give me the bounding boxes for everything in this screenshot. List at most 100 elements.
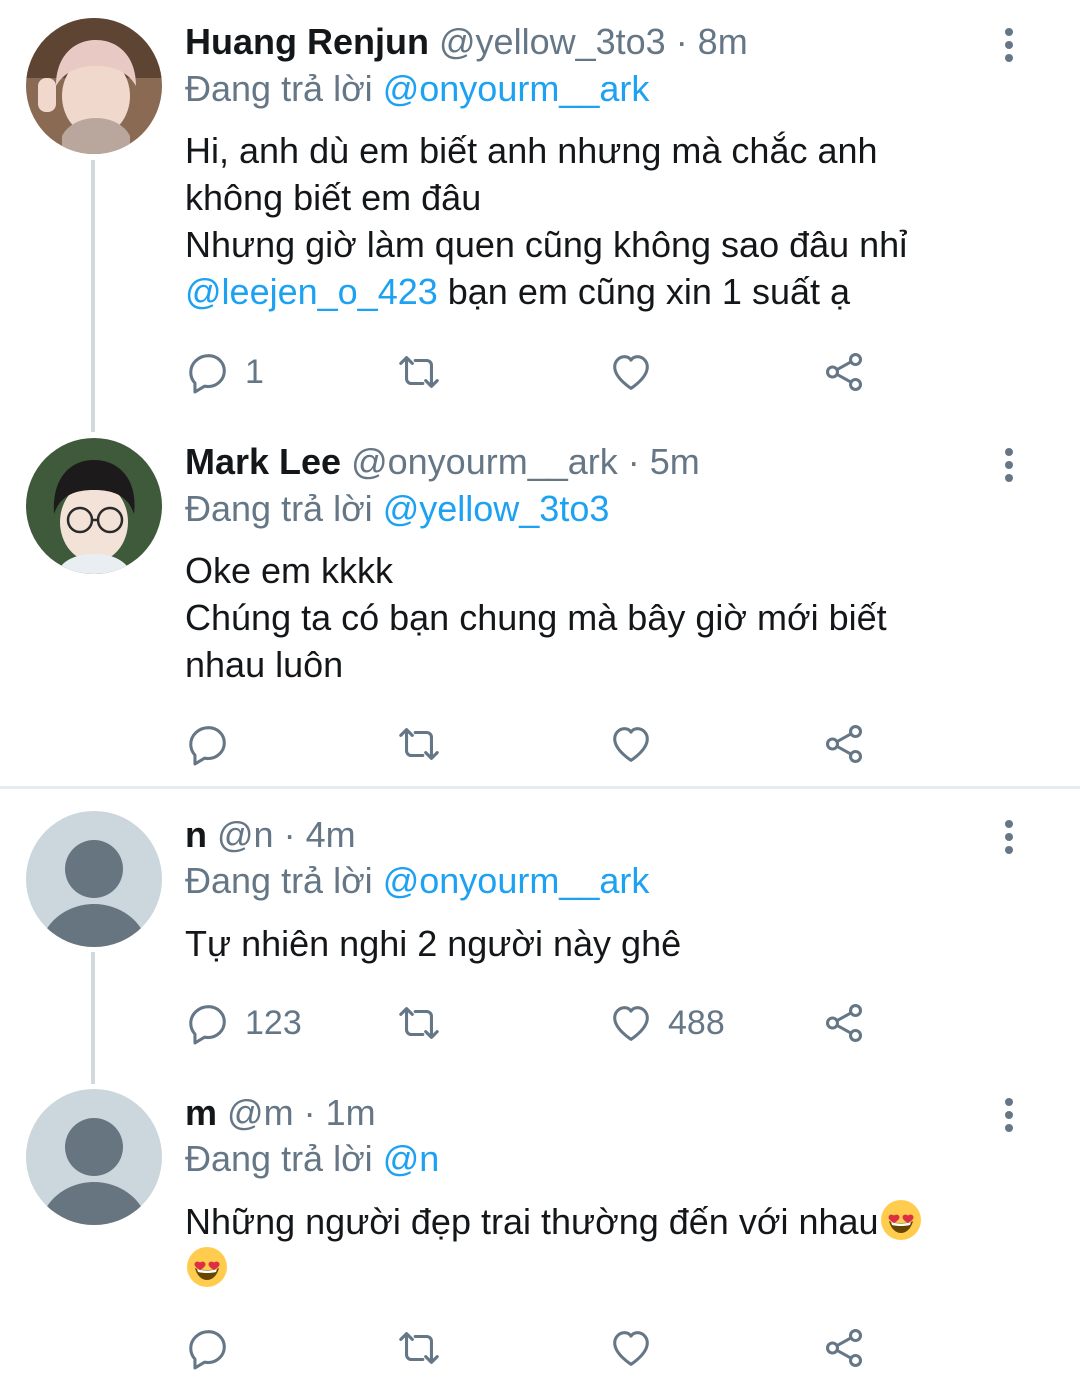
action-bar	[185, 721, 1045, 767]
user-handle[interactable]: @n	[217, 814, 274, 855]
divider	[0, 786, 1080, 789]
tweet-text: Tự nhiên nghi 2 người này ghê	[185, 920, 1045, 967]
mention-link[interactable]: @leejen_o_423	[185, 271, 438, 312]
more-options-icon[interactable]	[996, 820, 1022, 860]
tweet-text-line: nhau luôn	[185, 644, 344, 685]
replying-prefix: Đang trả lời	[185, 68, 373, 109]
like-button[interactable]	[608, 349, 654, 395]
reply-icon	[185, 349, 231, 395]
like-button[interactable]: 488	[608, 1000, 725, 1046]
action-bar	[185, 1325, 1045, 1371]
replying-prefix: Đang trả lời	[185, 488, 373, 529]
share-button[interactable]	[821, 721, 867, 767]
user-handle[interactable]: @onyourm__ark	[351, 441, 618, 482]
like-icon	[608, 1325, 654, 1371]
timestamp[interactable]: · 8m	[676, 21, 748, 62]
display-name[interactable]: Huang Renjun	[185, 21, 429, 62]
tweet-text-line: Hi, anh dù em biết anh nhưng mà chắc anh	[185, 130, 878, 171]
reply-button[interactable]: 123	[185, 1000, 302, 1046]
avatar[interactable]	[26, 18, 162, 154]
avatar[interactable]	[26, 1089, 162, 1225]
timestamp[interactable]: · 4m	[284, 814, 356, 855]
heart-eyes-emoji-icon	[879, 1198, 923, 1242]
display-name[interactable]: n	[185, 814, 207, 855]
default-avatar	[26, 1089, 162, 1225]
tweet[interactable]: m @m · 1m Đang trả lời @n Những người đẹ…	[0, 1080, 1080, 1394]
user-handle[interactable]: @m	[227, 1092, 294, 1133]
more-options-icon[interactable]	[996, 28, 1022, 68]
reply-count: 123	[245, 1003, 302, 1042]
retweet-button[interactable]	[396, 1325, 442, 1371]
tweet-header: n @n · 4m	[185, 813, 356, 857]
avatar-photo	[26, 18, 162, 154]
reply-button[interactable]	[185, 721, 245, 767]
reply-button[interactable]: 1	[185, 349, 264, 395]
share-icon	[821, 1000, 867, 1046]
user-handle[interactable]: @yellow_3to3	[439, 21, 666, 62]
avatar[interactable]	[26, 811, 162, 947]
share-button[interactable]	[821, 349, 867, 395]
more-options-icon[interactable]	[996, 448, 1022, 488]
tweet-text-line: Oke em kkkk	[185, 550, 394, 591]
retweet-button[interactable]	[396, 721, 442, 767]
tweet[interactable]: Mark Lee @onyourm__ark · 5m Đang trả lời…	[0, 430, 1080, 785]
timestamp[interactable]: · 1m	[304, 1092, 376, 1133]
retweet-button[interactable]	[396, 1000, 442, 1046]
timestamp[interactable]: · 5m	[628, 441, 700, 482]
action-bar: 123 488	[185, 1000, 1045, 1046]
like-icon	[608, 721, 654, 767]
reply-button[interactable]	[185, 1325, 245, 1371]
tweet-text: Oke em kkkk Chúng ta có bạn chung mà bây…	[185, 547, 1045, 688]
tweet-text-segment: bạn em cũng xin 1 suất ạ	[437, 271, 851, 312]
retweet-icon	[396, 349, 442, 395]
replying-to-link[interactable]: @onyourm__ark	[383, 860, 650, 901]
tweet-text-line: Những người đẹp trai thường đến với nhau	[185, 1201, 879, 1242]
replying-to: Đang trả lời @n	[185, 1137, 439, 1181]
like-button[interactable]	[608, 1325, 654, 1371]
default-avatar	[26, 811, 162, 947]
reply-icon	[185, 1000, 231, 1046]
reply-count: 1	[245, 352, 264, 391]
like-icon	[608, 349, 654, 395]
like-count: 488	[668, 1003, 725, 1042]
tweet-text-line: Chúng ta có bạn chung mà bây giờ mới biế…	[185, 597, 887, 638]
replying-prefix: Đang trả lời	[185, 1138, 373, 1179]
replying-prefix: Đang trả lời	[185, 860, 373, 901]
tweet-text-line: Nhưng giờ làm quen cũng không sao đâu nh…	[185, 224, 908, 265]
replying-to: Đang trả lời @onyourm__ark	[185, 859, 649, 903]
tweet-header: Huang Renjun @yellow_3to3 · 8m	[185, 20, 748, 64]
retweet-icon	[396, 721, 442, 767]
tweet-header: m @m · 1m	[185, 1091, 376, 1135]
replying-to-link[interactable]: @onyourm__ark	[383, 68, 650, 109]
avatar-photo	[26, 438, 162, 574]
more-options-icon[interactable]	[996, 1098, 1022, 1138]
replying-to-link[interactable]: @n	[383, 1138, 440, 1179]
display-name[interactable]: m	[185, 1092, 217, 1133]
reply-icon	[185, 721, 231, 767]
like-icon	[608, 1000, 654, 1046]
avatar[interactable]	[26, 438, 162, 574]
share-button[interactable]	[821, 1325, 867, 1371]
tweet-text-line: không biết em đâu	[185, 177, 482, 218]
share-button[interactable]	[821, 1000, 867, 1046]
tweet[interactable]: n @n · 4m Đang trả lời @onyourm__ark Tự …	[0, 790, 1080, 1080]
share-icon	[821, 1325, 867, 1371]
heart-eyes-emoji-icon	[185, 1245, 229, 1289]
retweet-button[interactable]	[396, 349, 442, 395]
replying-to: Đang trả lời @onyourm__ark	[185, 67, 649, 111]
tweet[interactable]: Huang Renjun @yellow_3to3 · 8m Đang trả …	[0, 0, 1080, 430]
tweet-text: Những người đẹp trai thường đến với nhau	[185, 1198, 1045, 1292]
retweet-icon	[396, 1325, 442, 1371]
display-name[interactable]: Mark Lee	[185, 441, 341, 482]
like-button[interactable]	[608, 721, 654, 767]
tweet-text-line: Tự nhiên nghi 2 người này ghê	[185, 923, 682, 964]
share-icon	[821, 349, 867, 395]
action-bar: 1	[185, 349, 1045, 395]
reply-icon	[185, 1325, 231, 1371]
replying-to: Đang trả lời @yellow_3to3	[185, 487, 609, 531]
replying-to-link[interactable]: @yellow_3to3	[383, 488, 610, 529]
tweet-header: Mark Lee @onyourm__ark · 5m	[185, 440, 700, 484]
share-icon	[821, 721, 867, 767]
tweet-text: Hi, anh dù em biết anh nhưng mà chắc anh…	[185, 127, 1045, 315]
retweet-icon	[396, 1000, 442, 1046]
